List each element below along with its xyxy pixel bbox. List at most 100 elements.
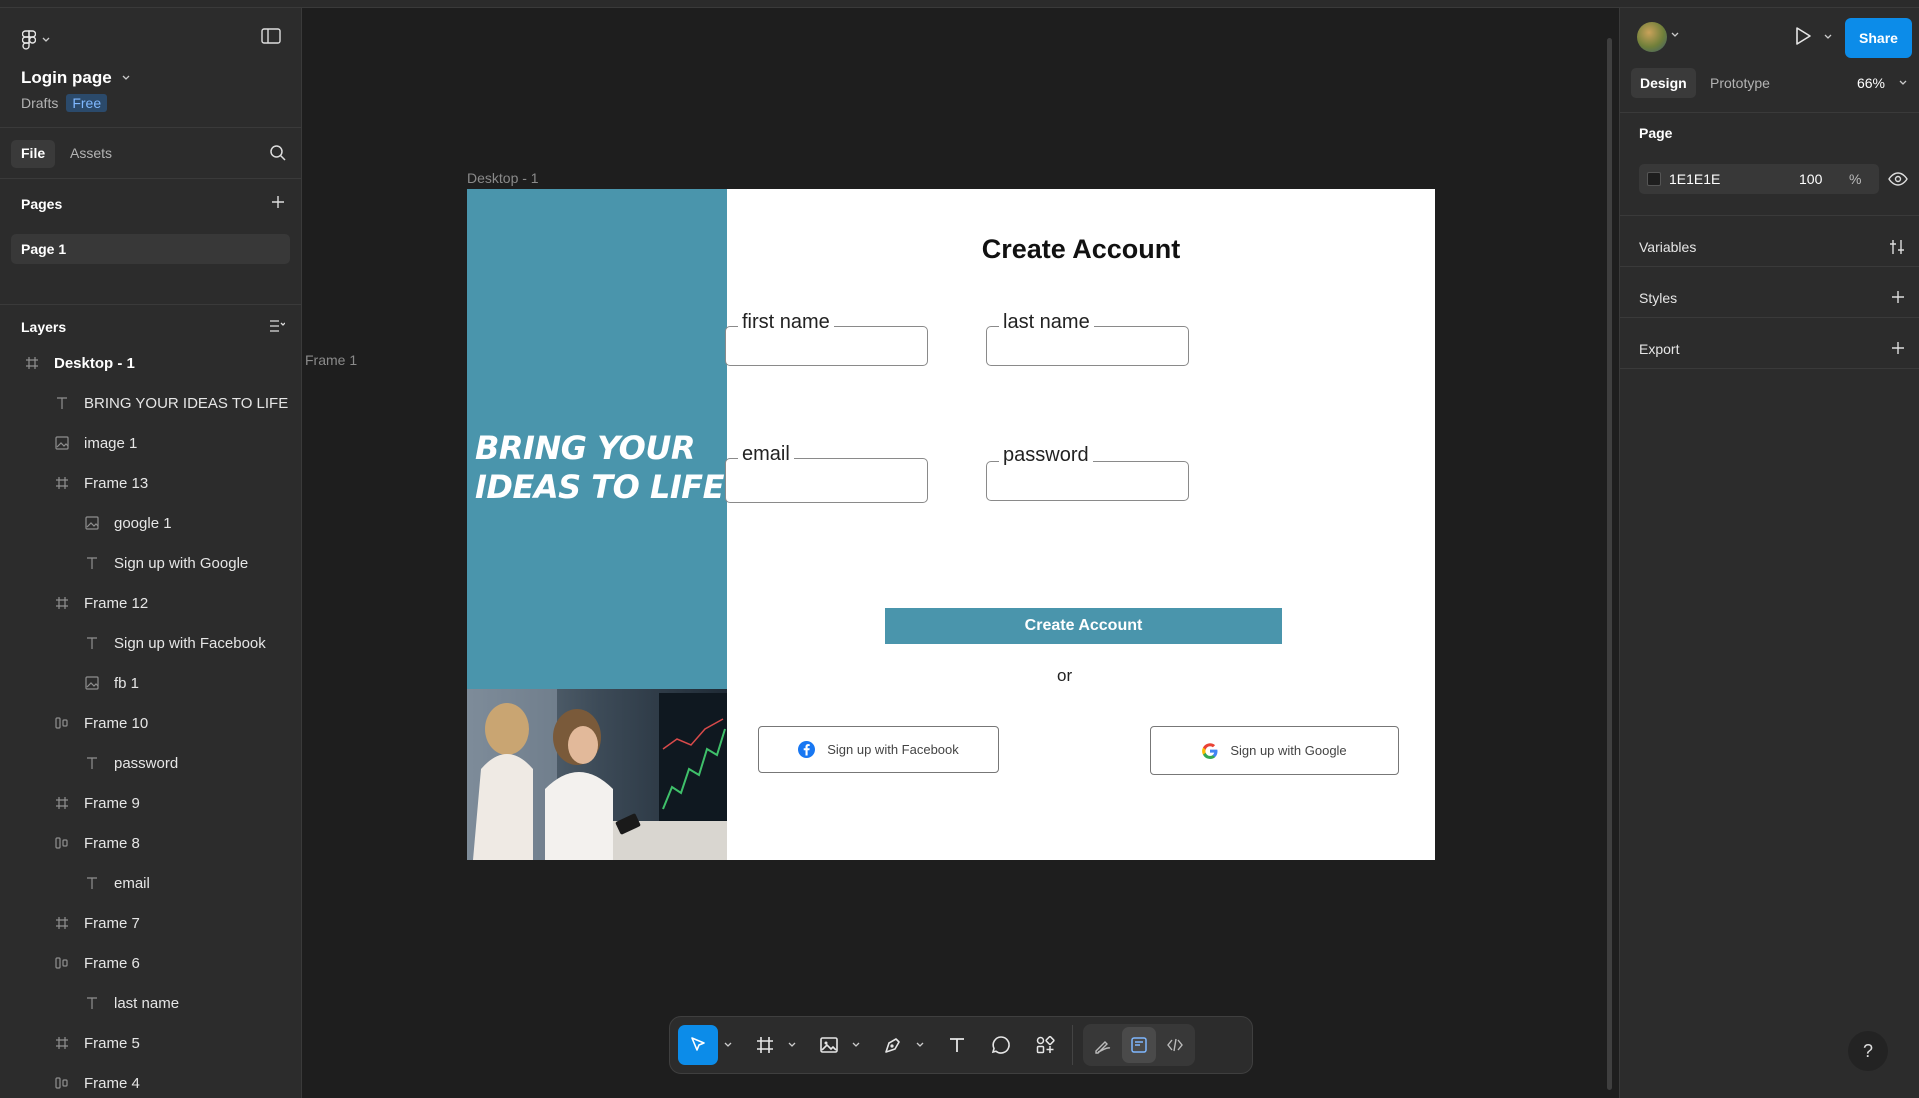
hero-panel[interactable]: BRING YOUR IDEAS TO LIFE (467, 189, 727, 689)
layer-item[interactable]: Frame 6 (0, 943, 301, 983)
export-label: Export (1639, 341, 1680, 357)
cursor-icon (691, 1037, 705, 1051)
layer-item[interactable]: Frame 7 (0, 903, 301, 943)
code-icon (1167, 1038, 1183, 1052)
background-opacity[interactable]: 100 (1799, 171, 1822, 187)
move-tool-menu[interactable] (722, 1042, 734, 1048)
layer-item[interactable]: google 1 (0, 503, 301, 543)
file-title[interactable]: Login page (21, 68, 130, 88)
google-signup-button[interactable]: Sign up with Google (1150, 726, 1399, 775)
variables-label: Variables (1639, 239, 1697, 255)
zoom-value: 66% (1856, 75, 1885, 91)
create-account-button[interactable]: Create Account (885, 608, 1282, 644)
layer-item[interactable]: Frame 10 (0, 703, 301, 743)
plus-icon[interactable] (1891, 290, 1905, 304)
layer-label: Frame 4 (84, 1074, 140, 1092)
layer-item[interactable]: Desktop - 1 (0, 343, 301, 383)
tab-design[interactable]: Design (1631, 68, 1696, 98)
canvas[interactable]: Desktop - 1 Frame 1 BRING YOUR IDEAS TO … (302, 8, 1623, 1098)
layer-item[interactable]: Sign up with Facebook (0, 623, 301, 663)
user-avatar[interactable] (1637, 22, 1667, 52)
help-button[interactable]: ? (1848, 1031, 1888, 1071)
pen-tool-button[interactable] (876, 1025, 910, 1065)
facebook-signup-button[interactable]: Sign up with Facebook (758, 726, 999, 773)
file-name: Login page (21, 68, 112, 87)
layer-item[interactable]: last name (0, 983, 301, 1023)
page-item[interactable]: Page 1 (11, 234, 290, 264)
image-tool-menu[interactable] (850, 1042, 862, 1048)
last-name-field[interactable]: last name (986, 311, 1189, 366)
image-tool-button[interactable] (812, 1025, 846, 1065)
color-swatch[interactable] (1647, 172, 1661, 186)
draw-mode-button[interactable] (1086, 1027, 1120, 1063)
layer-item[interactable]: Frame 9 (0, 783, 301, 823)
toggle-visibility-button[interactable] (1888, 171, 1908, 190)
divider (1620, 266, 1919, 267)
file-header: Login page Drafts Free (0, 8, 301, 128)
tab-prototype[interactable]: Prototype (1701, 68, 1779, 98)
create-account-title[interactable]: Create Account (727, 234, 1435, 265)
layer-label: google 1 (114, 514, 172, 532)
frame-tool-menu[interactable] (786, 1042, 798, 1048)
hero-photo[interactable] (467, 689, 727, 860)
layer-label: Frame 8 (84, 834, 140, 852)
pages-title: Pages (21, 196, 63, 212)
comment-tool-button[interactable] (984, 1025, 1018, 1065)
search-layers-button[interactable] (269, 144, 287, 166)
frame-icon (24, 355, 40, 371)
layer-item[interactable]: Sign up with Google (0, 543, 301, 583)
collapse-layers-button[interactable] (269, 319, 286, 337)
tab-file[interactable]: File (11, 140, 56, 168)
chevron-down-icon (42, 37, 50, 42)
frame-tool-button[interactable] (748, 1025, 782, 1065)
canvas-scrollbar[interactable] (1607, 38, 1612, 1090)
toggle-sidebar-button[interactable] (261, 28, 281, 48)
layer-item[interactable]: password (0, 743, 301, 783)
variables-icon[interactable] (1889, 239, 1905, 255)
layer-label: BRING YOUR IDEAS TO LIFE (84, 394, 289, 412)
share-button[interactable]: Share (1845, 18, 1912, 58)
page-background-color[interactable]: 1E1E1E 100 % (1639, 164, 1879, 194)
tab-assets[interactable]: Assets (60, 140, 122, 168)
email-field[interactable]: email (725, 443, 928, 503)
dev-mode-button[interactable] (1158, 1027, 1192, 1063)
drafts-link[interactable]: Drafts (21, 95, 58, 111)
frame-name-label[interactable]: Desktop - 1 (467, 170, 539, 186)
text-icon (950, 1038, 964, 1052)
layer-item[interactable]: email (0, 863, 301, 903)
design-frame-desktop-1[interactable]: BRING YOUR IDEAS TO LIFE Create Account … (467, 189, 1435, 860)
layer-item[interactable]: Frame 12 (0, 583, 301, 623)
layer-item[interactable]: Frame 13 (0, 463, 301, 503)
background-hex[interactable]: 1E1E1E (1669, 171, 1720, 187)
layer-item[interactable]: BRING YOUR IDEAS TO LIFE (0, 383, 301, 423)
frame-icon (757, 1037, 773, 1053)
password-field[interactable]: password (986, 444, 1189, 501)
zoom-control[interactable]: 66% (1857, 75, 1907, 91)
chevron-down-icon[interactable] (1824, 34, 1832, 40)
text-icon (84, 755, 100, 771)
top-tab-strip (0, 0, 1919, 8)
layer-item[interactable]: Frame 5 (0, 1023, 301, 1063)
text-tool-button[interactable] (940, 1025, 974, 1065)
frame-1-label[interactable]: Frame 1 (305, 352, 357, 368)
plus-icon[interactable] (1891, 341, 1905, 355)
move-tool-button[interactable] (678, 1025, 718, 1065)
styles-label: Styles (1639, 290, 1678, 306)
actions-tool-button[interactable] (1028, 1025, 1062, 1065)
layer-item[interactable]: Frame 4 (0, 1063, 301, 1098)
layer-item[interactable]: fb 1 (0, 663, 301, 703)
design-mode-button[interactable] (1122, 1027, 1156, 1063)
password-label: password (999, 444, 1093, 467)
layer-item[interactable]: image 1 (0, 423, 301, 463)
text-icon (84, 875, 100, 891)
layer-item[interactable]: Frame 8 (0, 823, 301, 863)
collapse-layers-icon (270, 320, 286, 332)
add-page-button[interactable] (271, 195, 285, 213)
pen-tool-menu[interactable] (914, 1042, 926, 1048)
first-name-field[interactable]: first name (725, 311, 928, 366)
present-button[interactable] (1794, 26, 1812, 49)
layer-label: Frame 5 (84, 1034, 140, 1052)
chevron-down-icon[interactable] (1671, 32, 1679, 38)
main-menu-button[interactable] (22, 30, 50, 50)
hero-text[interactable]: BRING YOUR IDEAS TO LIFE (475, 429, 725, 507)
